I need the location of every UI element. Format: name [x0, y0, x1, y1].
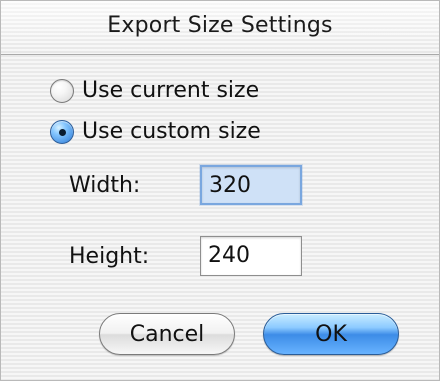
use-current-size-label: Use current size	[82, 78, 260, 103]
height-label: Height:	[69, 244, 150, 269]
radio-unchecked-icon[interactable]	[50, 79, 74, 103]
height-input[interactable]: 240	[200, 236, 302, 276]
export-size-settings-dialog: Export Size Settings Use current size Us…	[0, 0, 440, 381]
width-label: Width:	[69, 173, 141, 198]
use-custom-size-label: Use custom size	[82, 119, 261, 144]
use-custom-size-option[interactable]: Use custom size	[50, 117, 261, 147]
width-input[interactable]: 320	[200, 165, 302, 205]
dialog-title: Export Size Settings	[107, 13, 333, 38]
use-current-size-option[interactable]: Use current size	[50, 76, 259, 106]
ok-button[interactable]: OK	[263, 313, 399, 355]
cancel-button[interactable]: Cancel	[99, 313, 235, 355]
radio-checked-icon[interactable]	[50, 120, 74, 144]
dialog-titlebar: Export Size Settings	[1, 1, 439, 55]
